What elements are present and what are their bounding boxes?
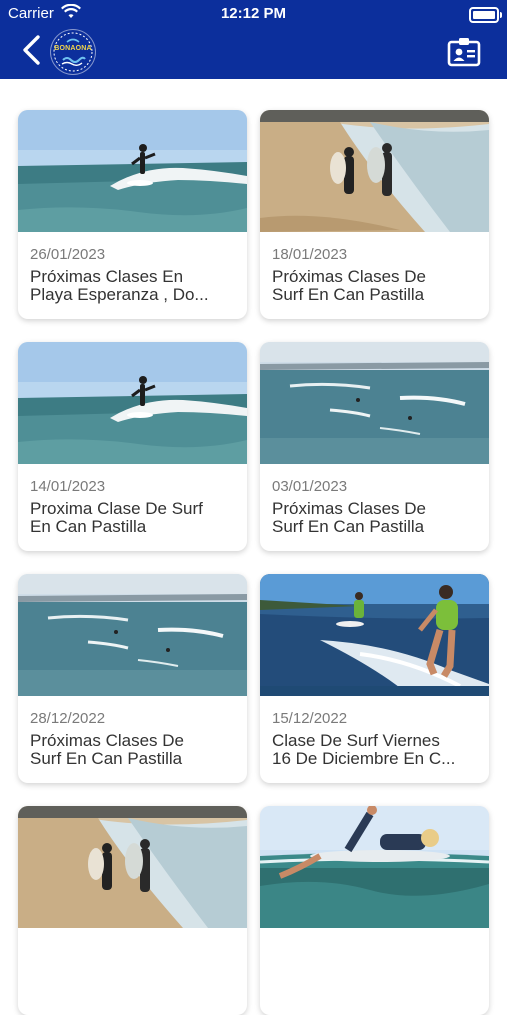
post-date: 03/01/2023: [272, 478, 348, 495]
post-thumbnail-surfer-underwater-view: [260, 806, 489, 928]
post-card[interactable]: 28/12/2022 Próximas Clases De Surf En Ca…: [18, 574, 247, 783]
post-thumbnail-surfer-riding-wave: [18, 342, 247, 464]
battery-icon: [469, 7, 502, 23]
post-title: Clase De Surf Viernes 16 De Diciembre En…: [272, 732, 456, 768]
post-card[interactable]: 14/01/2023 Proxima Clase De Surf En Can …: [18, 342, 247, 551]
post-title: Proxima Clase De Surf En Can Pastilla: [30, 500, 203, 536]
post-card[interactable]: 15/12/2022 Clase De Surf Viernes 16 De D…: [260, 574, 489, 783]
post-thumbnail-ocean-waves-surfers: [260, 342, 489, 464]
post-title: Próximas Clases De Surf En Can Pastilla: [30, 732, 184, 768]
contact-card-icon: [447, 38, 481, 67]
post-title: Próximas Clases De Surf En Can Pastilla: [272, 500, 426, 536]
post-title: Próximas Clases En Playa Esperanza , Do.…: [30, 268, 209, 304]
post-title: Próximas Clases De Surf En Can Pastilla: [272, 268, 426, 304]
status-time: 12:12 PM: [220, 5, 287, 22]
post-card[interactable]: [18, 806, 247, 1015]
post-date: 14/01/2023: [30, 478, 106, 495]
post-thumbnail-surfers-walking-beach: [260, 110, 489, 232]
contact-card-button[interactable]: [447, 37, 481, 67]
post-thumbnail-ocean-waves-surfers: [18, 574, 247, 696]
post-date: 15/12/2022: [272, 710, 348, 727]
post-date: 26/01/2023: [30, 246, 106, 263]
status-bar: Carrier 12:12 PM: [0, 0, 507, 28]
app-logo: BONAONA: [50, 29, 96, 75]
post-card[interactable]: 03/01/2023 Próximas Clases De Surf En Ca…: [260, 342, 489, 551]
post-thumbnail-surfer-riding-wave: [18, 110, 247, 232]
post-card[interactable]: 26/01/2023 Próximas Clases En Playa Espe…: [18, 110, 247, 319]
back-button[interactable]: [18, 33, 46, 67]
post-thumbnail-surfers-walking-beach: [18, 806, 247, 928]
post-thumbnail-surfer-girl-on-board: [260, 574, 489, 696]
top-navigation-bar: Carrier 12:12 PM BONAONA: [0, 0, 507, 79]
post-date: 28/12/2022: [30, 710, 106, 727]
post-card[interactable]: [260, 806, 489, 1015]
post-card[interactable]: 18/01/2023 Próximas Clases De Surf En Ca…: [260, 110, 489, 319]
post-date: 18/01/2023: [272, 246, 348, 263]
chevron-left-icon: [23, 35, 40, 65]
logo-text: BONAONA: [54, 45, 92, 52]
